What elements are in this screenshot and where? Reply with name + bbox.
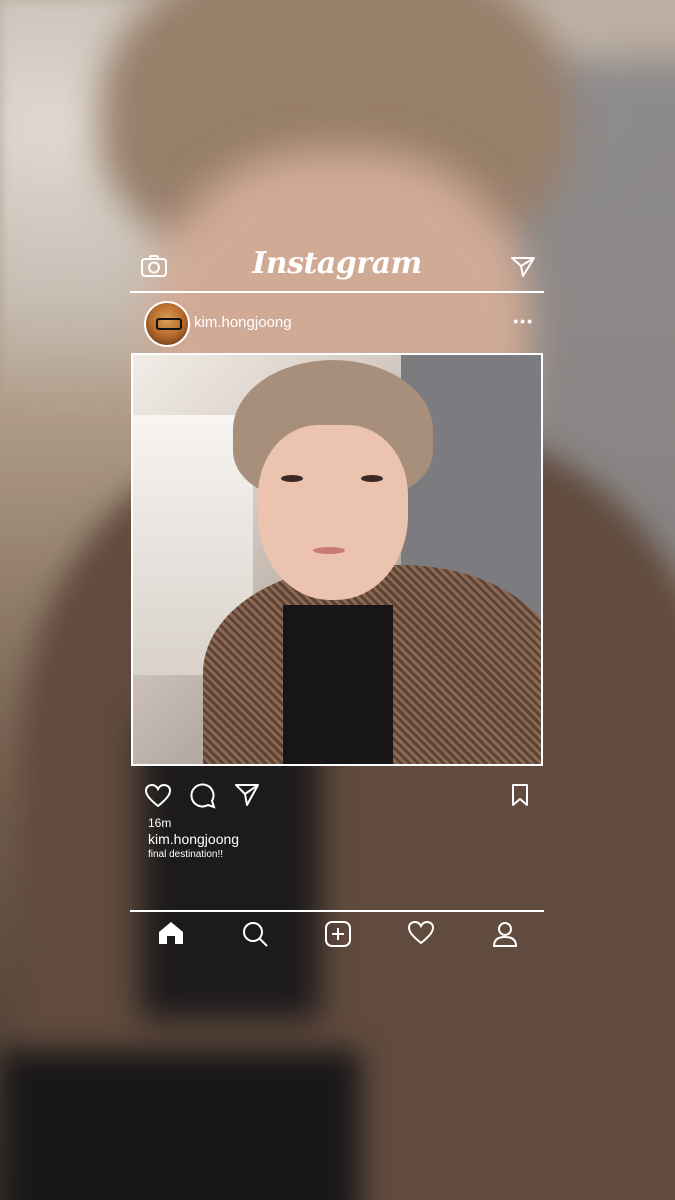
caption-username[interactable]: kim.hongjoong [148, 831, 239, 847]
bookmark-icon[interactable] [510, 783, 530, 812]
post-caption: final destination!! [148, 849, 224, 860]
avatar[interactable] [144, 301, 190, 347]
post-header: kim.hongjoong ••• [144, 301, 534, 347]
profile-icon[interactable] [492, 920, 518, 953]
more-options-icon[interactable]: ••• [513, 313, 534, 329]
post-time: 16m [148, 816, 172, 830]
comment-icon[interactable] [190, 783, 216, 814]
post-actions [144, 783, 534, 811]
heart-icon[interactable] [144, 783, 172, 814]
post-image[interactable] [131, 353, 543, 766]
post-photo [133, 355, 541, 764]
paper-plane-icon[interactable] [510, 256, 536, 283]
share-icon[interactable] [234, 783, 260, 812]
bottom-nav [130, 920, 544, 956]
header-divider [130, 291, 544, 293]
search-icon[interactable] [241, 920, 269, 953]
instagram-logo: Instagram [252, 246, 422, 281]
post-meta: 16m kim.hongjoong final destination!! [148, 816, 239, 860]
activity-heart-icon[interactable] [407, 920, 435, 951]
post-username[interactable]: kim.hongjoong [194, 314, 292, 331]
app-header: Instagram [130, 240, 544, 292]
nav-divider [130, 910, 544, 912]
add-post-icon[interactable] [324, 920, 352, 953]
home-icon[interactable] [157, 920, 185, 951]
